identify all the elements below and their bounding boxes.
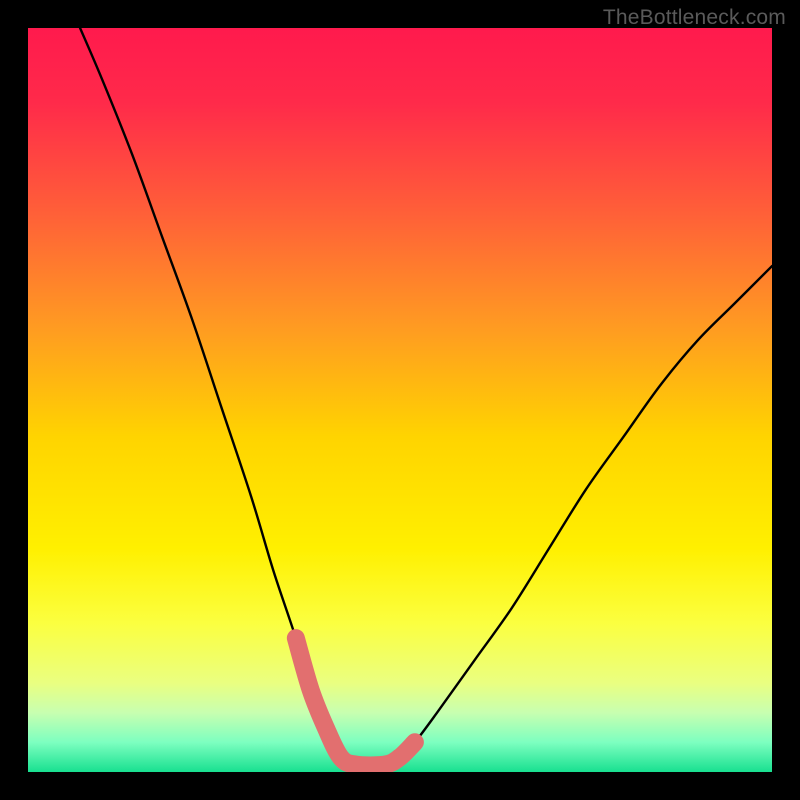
gradient-background (28, 28, 772, 772)
plot-area (28, 28, 772, 772)
bottleneck-chart (28, 28, 772, 772)
chart-frame: TheBottleneck.com (0, 0, 800, 800)
watermark-label: TheBottleneck.com (603, 6, 786, 30)
